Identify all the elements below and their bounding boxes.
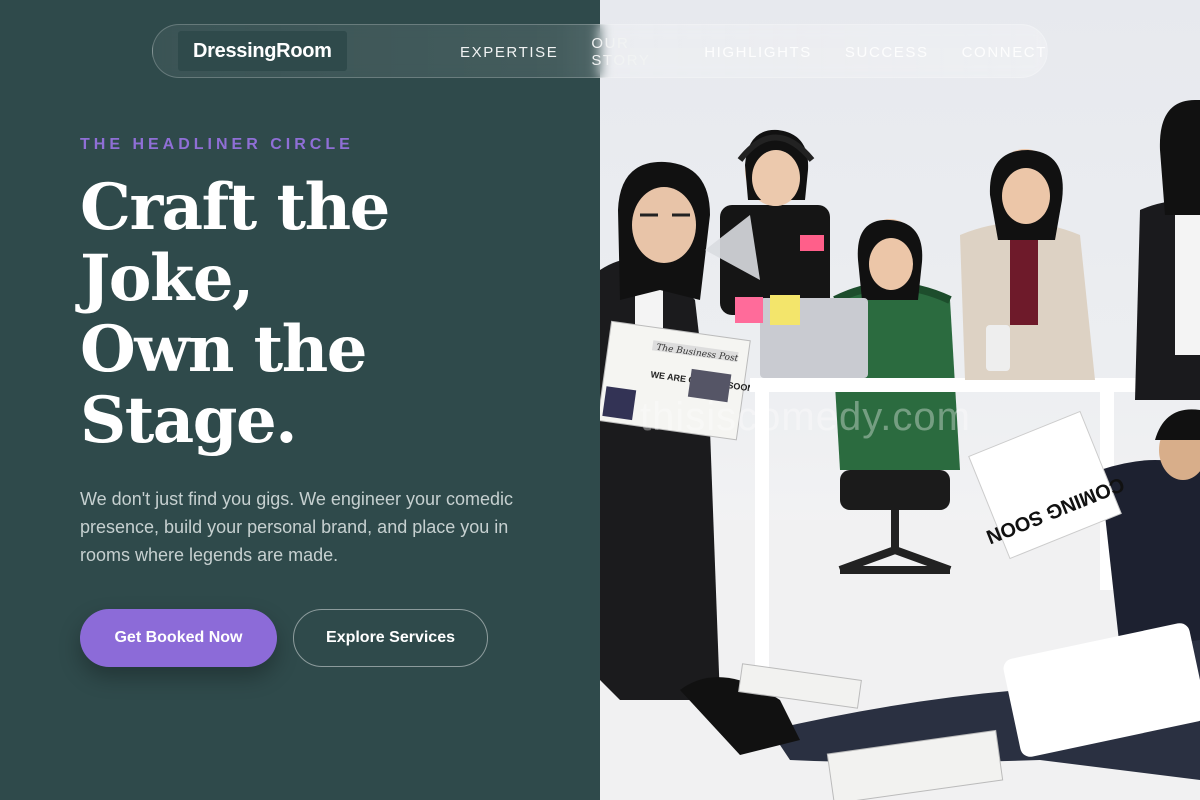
nav-link-connect[interactable]: CONNECT — [962, 44, 1047, 61]
nav-link-expertise[interactable]: EXPERTISE — [460, 44, 558, 61]
hero-panel: THE HEADLINER CIRCLE Craft the Joke, Own… — [0, 0, 600, 800]
nav-links: EXPERTISE OUR STORY HIGHLIGHTS SUCCESS C… — [460, 25, 1047, 79]
top-navigation: DressingRoom EXPERTISE OUR STORY HIGHLIG… — [152, 24, 1048, 78]
get-booked-button[interactable]: Get Booked Now — [80, 609, 277, 667]
nav-link-highlights[interactable]: HIGHLIGHTS — [704, 44, 812, 61]
hero-photo: The Business Post WE ARE COMING SOON — [600, 0, 1200, 800]
headline-line: Joke, — [80, 241, 254, 316]
headline-line: Own the — [80, 312, 367, 387]
brand-logo[interactable]: DressingRoom — [178, 31, 347, 71]
explore-services-button[interactable]: Explore Services — [293, 609, 488, 667]
nav-link-success[interactable]: SUCCESS — [845, 44, 929, 61]
headline-line: Stage. — [80, 383, 298, 458]
hero-headline: Craft the Joke, Own the Stage. — [80, 172, 560, 456]
hero-eyebrow: THE HEADLINER CIRCLE — [80, 136, 354, 153]
photo-watermark: thisiscomedy.com — [640, 395, 971, 439]
hero-description: We don't just find you gigs. We engineer… — [80, 489, 514, 565]
headline-line: Craft the — [80, 170, 390, 245]
nav-link-our-story[interactable]: OUR STORY — [591, 35, 671, 69]
